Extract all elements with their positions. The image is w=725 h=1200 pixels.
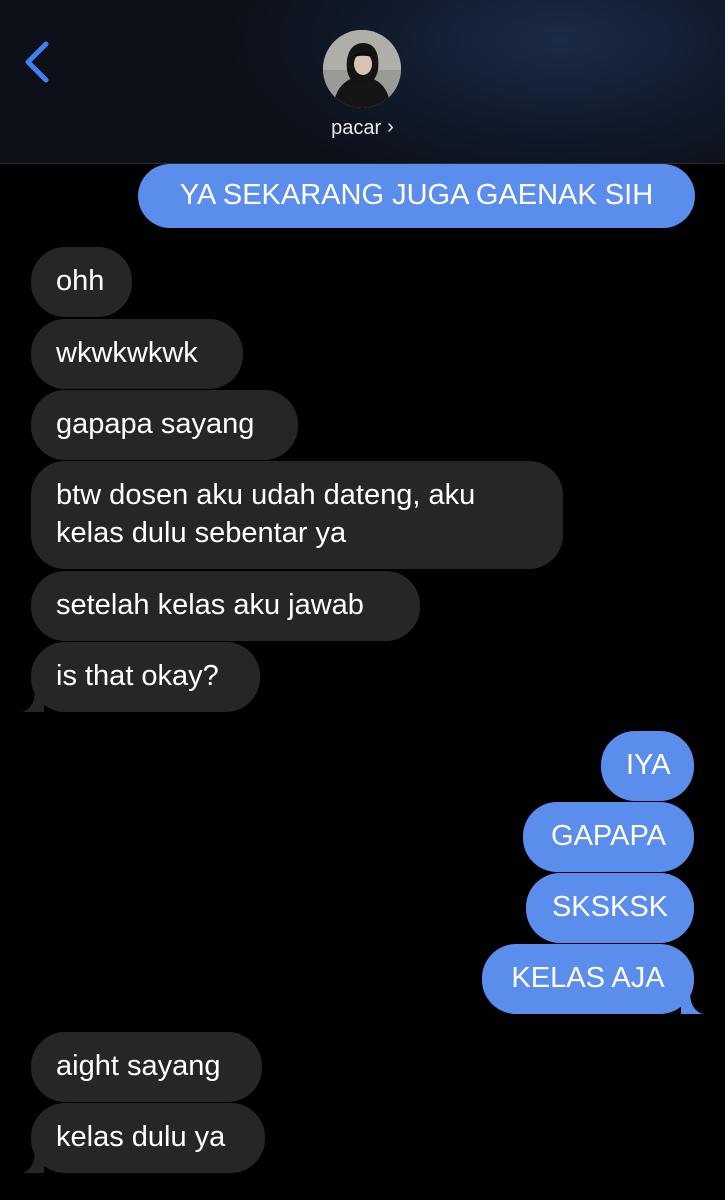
message-text: KELAS AJA bbox=[511, 962, 665, 994]
incoming-message-bubble[interactable]: wkwkwkwk bbox=[31, 319, 243, 389]
contact-avatar[interactable] bbox=[323, 30, 401, 108]
message-text: IYA bbox=[626, 749, 671, 781]
outgoing-message-bubble[interactable]: SKSKSK bbox=[526, 873, 694, 943]
message-text: wkwkwkwk bbox=[56, 337, 198, 369]
incoming-message-bubble[interactable]: btw dosen aku udah dateng, aku kelas dulu… bbox=[31, 461, 563, 569]
outgoing-message-bubble[interactable]: IYA bbox=[601, 731, 694, 801]
bubble-tail-icon bbox=[681, 992, 703, 1014]
incoming-message-bubble[interactable]: aight sayang bbox=[31, 1032, 262, 1102]
incoming-message-bubble[interactable]: setelah kelas aku jawab bbox=[31, 571, 420, 641]
conversation-header: pacar › bbox=[0, 0, 725, 164]
bubble-tail-icon bbox=[22, 1151, 44, 1173]
message-text: SKSKSK bbox=[551, 891, 669, 923]
message-text: gapapa sayang bbox=[56, 408, 255, 440]
message-text-line: kelas dulu sebentar ya bbox=[56, 517, 347, 549]
message-text: kelas dulu ya bbox=[56, 1121, 226, 1153]
message-text: is that okay? bbox=[56, 660, 219, 692]
message-text: ohh bbox=[56, 265, 105, 297]
outgoing-message-bubble[interactable]: GAPAPA bbox=[523, 802, 694, 872]
message-text: YA SEKARANG JUGA GAENAK SIH bbox=[179, 179, 654, 211]
chevron-right-icon: › bbox=[387, 116, 394, 138]
contact-name: pacar bbox=[331, 117, 382, 139]
message-thread[interactable]: YA SEKARANG JUGA GAENAK SIH ohh wkwkwkwk ga… bbox=[0, 164, 725, 1200]
chevron-left-icon bbox=[25, 41, 49, 83]
incoming-message-bubble[interactable]: gapapa sayang bbox=[31, 390, 298, 460]
back-button[interactable] bbox=[18, 38, 58, 86]
bubble-tail-icon bbox=[22, 690, 44, 712]
incoming-message-bubble[interactable]: ohh bbox=[31, 247, 132, 317]
outgoing-message-bubble[interactable]: YA SEKARANG JUGA GAENAK SIH bbox=[138, 164, 695, 228]
message-text-line: btw dosen aku udah dateng, aku bbox=[56, 479, 476, 511]
message-text: aight sayang bbox=[56, 1050, 221, 1082]
incoming-message-bubble[interactable]: is that okay? bbox=[31, 642, 260, 712]
message-text: setelah kelas aku jawab bbox=[56, 589, 364, 621]
message-text: GAPAPA bbox=[551, 820, 666, 852]
incoming-message-bubble[interactable]: kelas dulu ya bbox=[31, 1103, 265, 1173]
contact-name-button[interactable]: pacar › bbox=[0, 116, 725, 140]
outgoing-message-bubble[interactable]: KELAS AJA bbox=[482, 944, 694, 1014]
